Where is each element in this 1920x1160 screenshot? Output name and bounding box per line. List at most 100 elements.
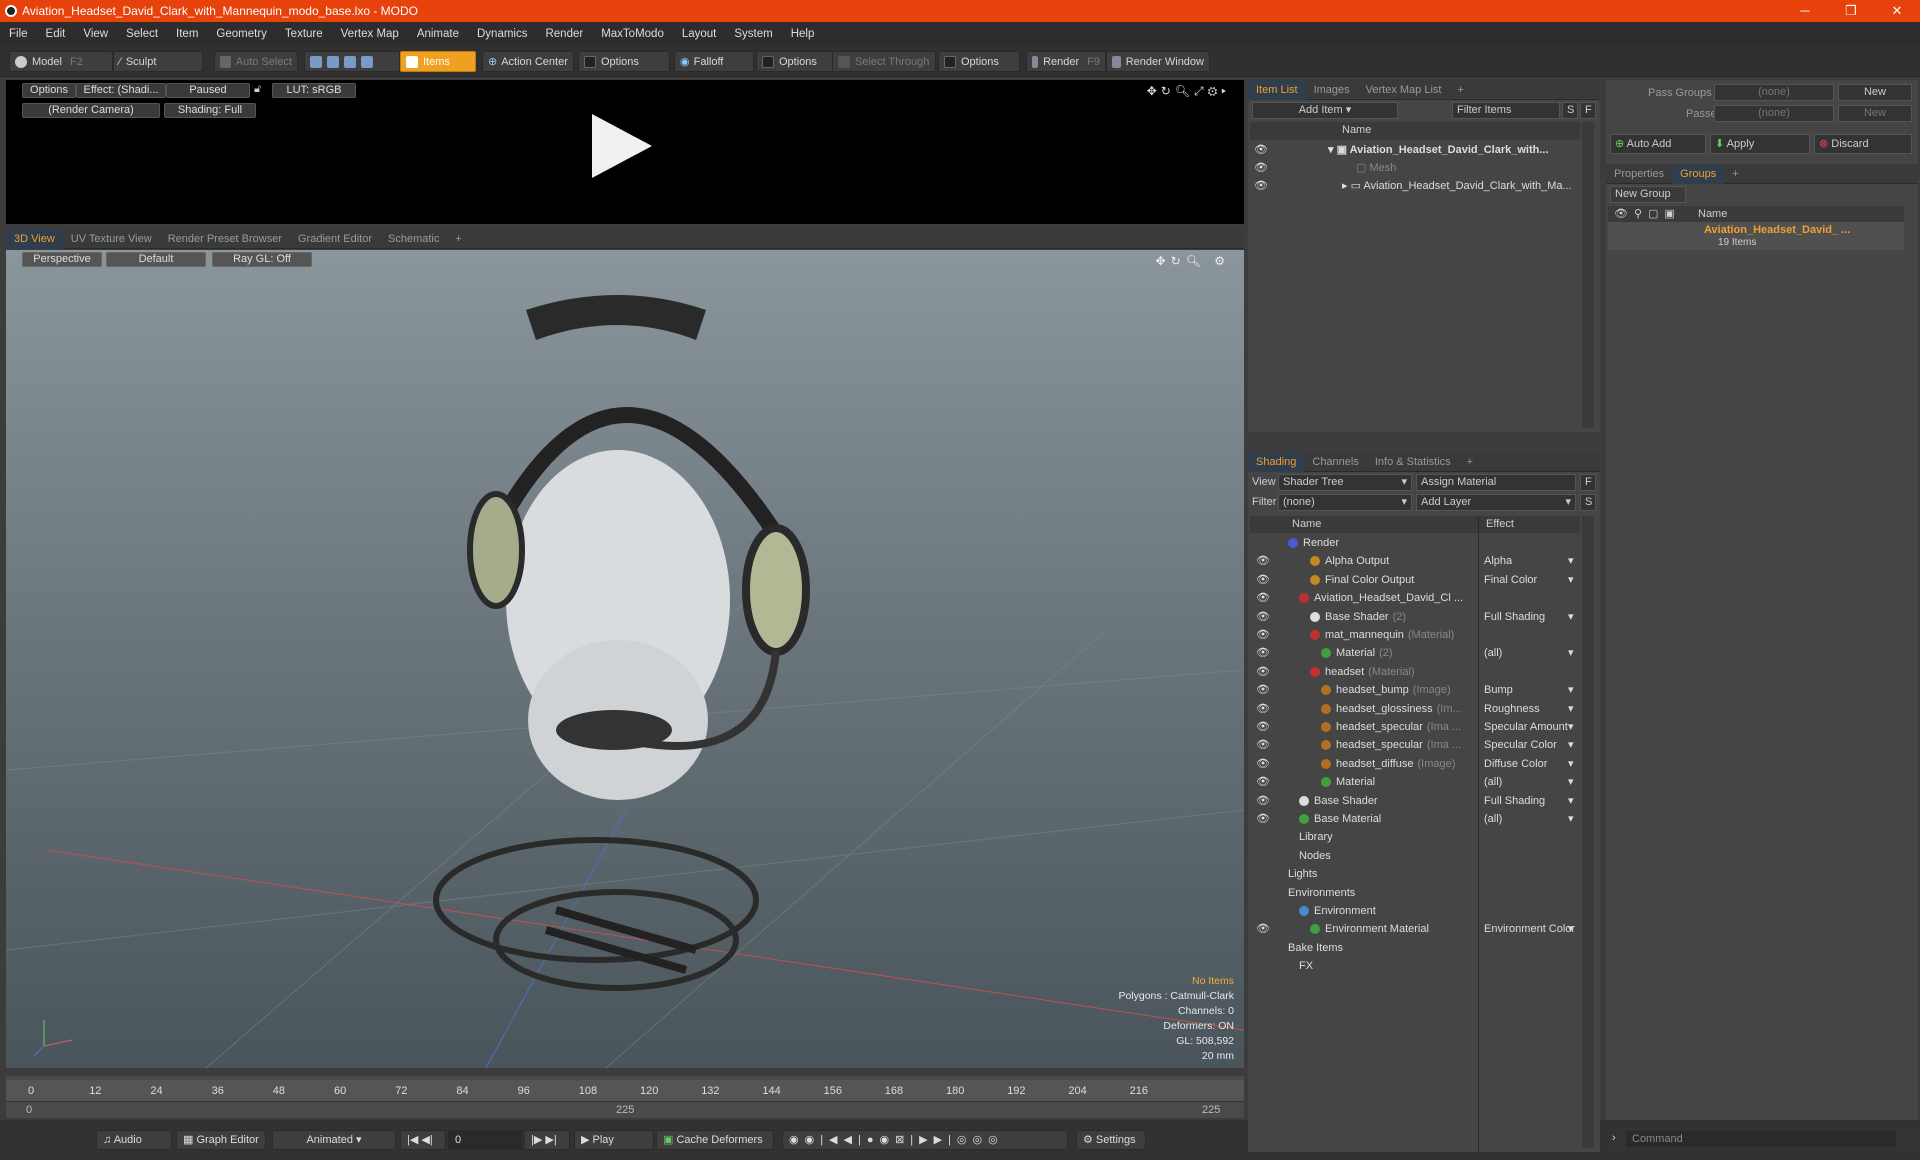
shader-tree-row[interactable]: 👁︎ headset (Material)	[1250, 663, 1580, 681]
eye-icon[interactable]: 👁︎	[1256, 663, 1270, 681]
tab-schematic[interactable]: Schematic	[380, 229, 447, 249]
shader-tree-row[interactable]: Lights	[1250, 865, 1580, 883]
preview-nav-icons[interactable]: ✥↻🔍︎⤢⚙▸	[1147, 84, 1230, 99]
timeline[interactable]: 0 12 24 36 48 60 72 84 96 108 120 132 144 156 168 180 19…	[6, 1076, 1244, 1118]
eye-icon[interactable]: 👁︎	[1256, 571, 1270, 589]
tab-groups[interactable]: Groups	[1672, 163, 1725, 184]
cache-deformers-button[interactable]: ▣ Cache Deformers	[656, 1130, 774, 1150]
chevron-down-icon[interactable]: ▾	[1568, 681, 1574, 699]
shader-tree-row[interactable]: 👁︎ headset_specular (Ima ... Specular Amoun…	[1250, 718, 1580, 736]
model-mode-button[interactable]: Model F2	[9, 51, 113, 72]
tab-properties[interactable]: Properties	[1606, 164, 1672, 184]
view-dropdown[interactable]: Shader Tree ▾	[1278, 474, 1412, 491]
camera-dropdown[interactable]: (Render Camera)	[22, 103, 160, 118]
chevron-down-icon[interactable]: ▾	[1568, 792, 1574, 810]
falloff-options-button[interactable]: Options	[756, 51, 836, 72]
shader-tree-row[interactable]: 👁︎ Alpha Output Alpha ▾	[1250, 552, 1580, 570]
effect-dropdown[interactable]: Effect: (Shadi...	[76, 83, 166, 98]
eye-icon[interactable]: 👁︎	[1256, 920, 1270, 938]
shader-tree-row[interactable]: 👁︎ Base Material (all) ▾	[1250, 810, 1580, 828]
item-s-button[interactable]: S	[1562, 102, 1578, 119]
tab--[interactable]: +	[1724, 164, 1746, 184]
chevron-down-icon[interactable]: ▾	[1568, 552, 1574, 570]
select-through-button[interactable]: Select Through	[832, 51, 936, 72]
chevron-down-icon[interactable]: ▾	[1568, 773, 1574, 791]
group-row[interactable]: Aviation_Headset_David_ ... 19 Items	[1608, 222, 1904, 250]
menu-layout[interactable]: Layout	[673, 28, 726, 40]
shader-tree-row[interactable]: Bake Items	[1250, 939, 1580, 957]
polygons-mode-icon[interactable]	[344, 55, 356, 68]
shading-scrollbar[interactable]	[1582, 516, 1594, 1148]
chevron-down-icon[interactable]: ▾	[1568, 755, 1574, 773]
falloff-button[interactable]: ◉ Falloff	[674, 51, 754, 72]
menu-maxtomodo[interactable]: MaxToModo	[592, 28, 673, 40]
shader-effect-dropdown[interactable]: Specular Amount	[1484, 718, 1568, 736]
shader-effect-dropdown[interactable]: Environment Color	[1484, 920, 1575, 938]
tab-gradient-editor[interactable]: Gradient Editor	[290, 229, 380, 249]
prev-key-buttons[interactable]: |◀ ◀|	[400, 1130, 446, 1150]
tab--[interactable]: +	[447, 229, 469, 249]
eye-icon[interactable]: 👁︎	[1254, 141, 1268, 159]
tab-uv-texture-view[interactable]: UV Texture View	[63, 229, 160, 249]
chevron-down-icon[interactable]: ▾	[1568, 810, 1574, 828]
render-window-button[interactable]: Render Window	[1106, 51, 1210, 72]
item-f-button[interactable]: F	[1580, 102, 1596, 119]
menu-render[interactable]: Render	[536, 28, 592, 40]
add-layer-dropdown[interactable]: Add Layer ▾	[1416, 494, 1576, 511]
tab-channels[interactable]: Channels	[1304, 452, 1366, 472]
tab-images[interactable]: Images	[1306, 80, 1358, 100]
name-column-header[interactable]: Name	[1342, 124, 1371, 136]
new-pass-group-button[interactable]: New	[1838, 84, 1912, 101]
apply-button[interactable]: ⬇ Apply	[1710, 134, 1810, 154]
shader-effect-dropdown[interactable]: Diffuse Color	[1484, 755, 1547, 773]
edges-mode-icon[interactable]	[327, 55, 339, 68]
tab-item-list[interactable]: Item List	[1248, 79, 1306, 100]
item-row-mesh[interactable]: ▢ Mesh	[1356, 159, 1396, 177]
passes-dropdown[interactable]: (none)	[1714, 105, 1834, 122]
shader-tree-row[interactable]: 👁︎ Base Shader Full Shading ▾	[1250, 792, 1580, 810]
item-row-scene[interactable]: ▾ ▣ Aviation_Headset_David_Clark_with...	[1328, 141, 1549, 159]
menu-view[interactable]: View	[74, 28, 117, 40]
sculpt-mode-button[interactable]: ⁄ Sculpt	[113, 51, 203, 72]
shader-effect-dropdown[interactable]: Specular Color	[1484, 736, 1557, 754]
shader-effect-dropdown[interactable]: Alpha	[1484, 552, 1512, 570]
menu-system[interactable]: System	[725, 28, 781, 40]
eye-icon[interactable]: 👁︎	[1256, 589, 1270, 607]
menu-texture[interactable]: Texture	[276, 28, 332, 40]
eye-icon[interactable]: 👁︎	[1256, 755, 1270, 773]
minimize-button[interactable]: ─	[1782, 0, 1828, 22]
3d-viewport[interactable]: Perspective Default Ray GL: Off ✥↻🔍︎ ⚙ N…	[6, 250, 1244, 1068]
eye-icon[interactable]: 👁︎	[1254, 177, 1268, 195]
auto-select-button[interactable]: Auto Select	[214, 51, 298, 72]
tab-info-statistics[interactable]: Info & Statistics	[1367, 452, 1459, 472]
next-key-buttons[interactable]: |▶ ▶|	[524, 1130, 570, 1150]
maximize-button[interactable]: ❐	[1828, 0, 1874, 22]
chevron-down-icon[interactable]: ▾	[1568, 718, 1574, 736]
chevron-down-icon[interactable]: ▾	[1568, 571, 1574, 589]
eye-icon[interactable]: 👁︎	[1256, 700, 1270, 718]
chevron-down-icon[interactable]: ▾	[1568, 700, 1574, 718]
shader-effect-dropdown[interactable]: (all)	[1484, 810, 1502, 828]
menu-help[interactable]: Help	[782, 28, 824, 40]
pass-groups-dropdown[interactable]: (none)	[1714, 84, 1834, 101]
close-button[interactable]: ✕	[1874, 0, 1920, 22]
menu-geometry[interactable]: Geometry	[207, 28, 276, 40]
eye-icon[interactable]: 👁︎	[1256, 718, 1270, 736]
play-icon[interactable]	[592, 114, 652, 178]
action-center-options-button[interactable]: Options	[578, 51, 670, 72]
tab-render-preset-browser[interactable]: Render Preset Browser	[160, 229, 290, 249]
shader-tree-row[interactable]: Environments	[1250, 884, 1580, 902]
menu-vertex-map[interactable]: Vertex Map	[332, 28, 408, 40]
eye-icon[interactable]: 👁︎	[1256, 608, 1270, 626]
eye-icon[interactable]: 👁︎	[1256, 552, 1270, 570]
select-through-options-button[interactable]: Options	[938, 51, 1020, 72]
vertices-mode-icon[interactable]	[310, 55, 322, 68]
shader-tree-row[interactable]: 👁︎ Material (2) (all) ▾	[1250, 644, 1580, 662]
audio-button[interactable]: ♫ Audio	[96, 1130, 172, 1150]
play-button[interactable]: ▶ Play	[574, 1130, 654, 1150]
shader-tree-row[interactable]: FX	[1250, 957, 1580, 975]
lut-dropdown[interactable]: LUT: sRGB	[272, 83, 356, 98]
render-button[interactable]: Render F9	[1026, 51, 1106, 72]
menu-animate[interactable]: Animate	[408, 28, 468, 40]
shader-effect-dropdown[interactable]: (all)	[1484, 644, 1502, 662]
